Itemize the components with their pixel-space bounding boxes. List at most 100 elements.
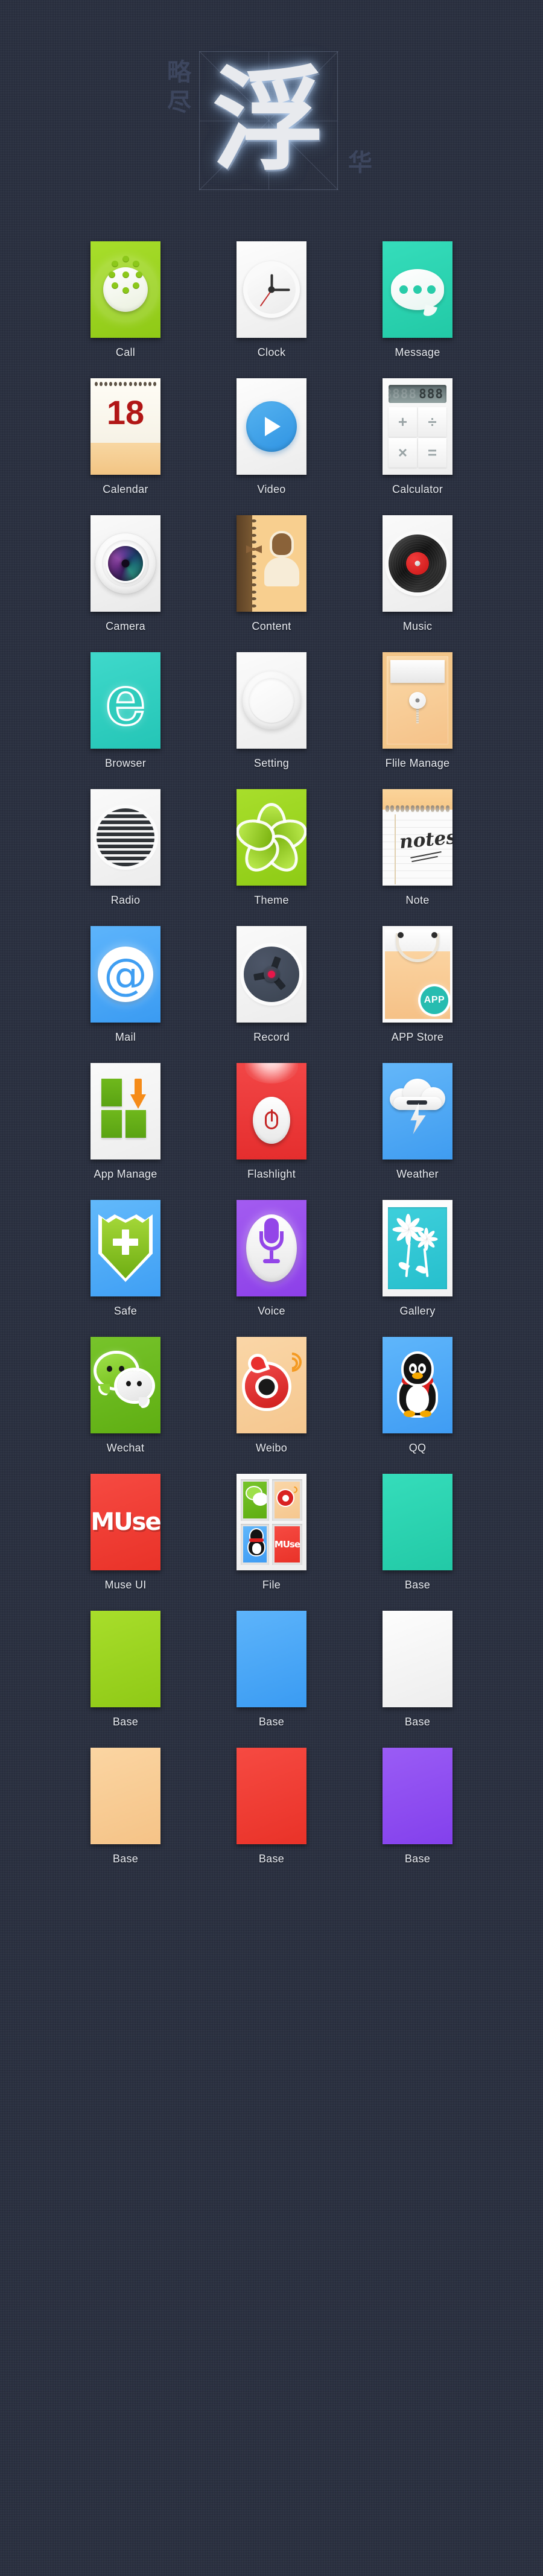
app-cell-app-store[interactable]: APP APP Store [367, 926, 468, 1044]
app-cell-message[interactable]: Message [367, 241, 468, 359]
folder-item-qq[interactable] [241, 1523, 269, 1565]
speech-bubble-icon[interactable] [383, 241, 453, 338]
app-cell-clock[interactable]: Clock [221, 241, 322, 359]
clover-flower-icon[interactable] [237, 789, 306, 886]
header-banner: 略尽 浮 华 [0, 0, 543, 241]
app-cell-base-orange[interactable]: Base [75, 1748, 176, 1865]
app-label: Message [395, 346, 440, 358]
flashlight-power-icon[interactable] [237, 1063, 306, 1160]
solid-color-tile[interactable] [237, 1748, 306, 1844]
analog-clock-icon[interactable] [237, 241, 306, 338]
muse-cube-logo-icon[interactable]: MUse [91, 1474, 160, 1570]
camera-lens-icon[interactable] [91, 515, 160, 612]
folder-item-wechat[interactable] [241, 1479, 269, 1521]
app-cell-browser[interactable]: e Browser [75, 652, 176, 770]
shopping-bag-icon[interactable]: APP [383, 926, 453, 1023]
calc-key-equals[interactable]: = [418, 438, 446, 468]
app-cell-muse-ui[interactable]: MUse Muse UI [75, 1474, 176, 1591]
app-label: Calendar [103, 483, 148, 495]
weibo-eye-icon[interactable] [237, 1337, 306, 1433]
app-cell-base-blue[interactable]: Base [221, 1611, 322, 1728]
app-label: Base [404, 1853, 431, 1865]
app-cell-base-white[interactable]: Base [367, 1611, 468, 1728]
app-cell-base-teal[interactable]: Base [367, 1474, 468, 1591]
cloud-lightning-icon[interactable] [383, 1063, 453, 1160]
app-cell-mail[interactable]: @ Mail [75, 926, 176, 1044]
envelope-folder-icon[interactable] [383, 652, 453, 749]
speaker-grille-icon[interactable] [91, 789, 160, 886]
app-label: Base [404, 1579, 431, 1591]
solid-color-tile[interactable] [383, 1611, 453, 1707]
letter-e-icon[interactable]: e [91, 652, 160, 749]
tape-reel-icon[interactable] [237, 926, 306, 1023]
phone-dialpad-icon[interactable] [91, 241, 160, 338]
download-arrow-icon [130, 1079, 146, 1109]
solid-color-tile[interactable] [383, 1748, 453, 1844]
app-cell-file[interactable]: MUse File [221, 1474, 322, 1591]
app-label: APP Store [391, 1031, 444, 1043]
header-left-chars: 略尽 [167, 59, 191, 116]
app-label: Music [402, 620, 433, 632]
app-cell-safe[interactable]: Safe [75, 1200, 176, 1318]
vinyl-record-icon[interactable] [383, 515, 453, 612]
app-label: Base [112, 1853, 139, 1865]
app-cell-flashlight[interactable]: Flashlight [221, 1063, 322, 1181]
notepad-icon[interactable]: notes [383, 789, 453, 886]
app-cell-note[interactable]: notes Note [367, 789, 468, 907]
app-label: Base [112, 1716, 139, 1728]
dial-knob-icon[interactable] [237, 652, 306, 749]
folder-item-muse[interactable]: MUse [272, 1523, 302, 1565]
app-cell-record[interactable]: Record [221, 926, 322, 1044]
calendar-icon[interactable]: 18 [91, 378, 160, 475]
app-cell-base-green[interactable]: Base [75, 1611, 176, 1728]
app-grid-download-icon[interactable] [91, 1063, 160, 1160]
icon-row: Radio Theme notes Note [0, 789, 543, 907]
app-label: File [262, 1579, 281, 1591]
at-sign-icon[interactable]: @ [91, 926, 160, 1023]
app-cell-wechat[interactable]: Wechat [75, 1337, 176, 1455]
app-label: Wechat [106, 1442, 145, 1454]
app-cell-music[interactable]: Music [367, 515, 468, 633]
app-label: Video [257, 483, 286, 495]
app-cell-content[interactable]: Content [221, 515, 322, 633]
app-cell-call[interactable]: Call [75, 241, 176, 359]
app-cell-radio[interactable]: Radio [75, 789, 176, 907]
calc-key-plus[interactable]: + [389, 407, 417, 437]
icon-row: Safe Voice Gallery [0, 1200, 543, 1318]
calc-key-multiply[interactable]: × [389, 438, 417, 468]
app-cell-voice[interactable]: Voice [221, 1200, 322, 1318]
shield-cross-icon[interactable] [91, 1200, 160, 1296]
app-cell-base-purple[interactable]: Base [367, 1748, 468, 1865]
app-cell-setting[interactable]: Setting [221, 652, 322, 770]
app-cell-calendar[interactable]: 18 Calendar [75, 378, 176, 496]
app-cell-qq[interactable]: QQ [367, 1337, 468, 1455]
wechat-bubbles-icon[interactable] [91, 1337, 160, 1433]
app-cell-camera[interactable]: Camera [75, 515, 176, 633]
calc-key-divide[interactable]: ÷ [418, 407, 446, 437]
app-cell-file-manage[interactable]: Flile Manage [367, 652, 468, 770]
app-cell-weather[interactable]: Weather [367, 1063, 468, 1181]
app-label: Radio [110, 894, 141, 906]
calculator-icon[interactable]: 8888 888 + ÷ × = [383, 378, 453, 475]
app-cell-weibo[interactable]: Weibo [221, 1337, 322, 1455]
app-cell-app-manage[interactable]: App Manage [75, 1063, 176, 1181]
contacts-notebook-icon[interactable] [237, 515, 306, 612]
flower-photo-icon[interactable] [383, 1200, 453, 1296]
folder-grid-icon[interactable]: MUse [237, 1474, 306, 1570]
folder-item-weibo[interactable] [272, 1479, 302, 1521]
solid-color-tile[interactable] [237, 1611, 306, 1707]
app-cell-base-red[interactable]: Base [221, 1748, 322, 1865]
solid-color-tile[interactable] [91, 1748, 160, 1844]
solid-color-tile[interactable] [383, 1474, 453, 1570]
app-cell-video[interactable]: Video [221, 378, 322, 496]
app-label: Call [115, 346, 136, 358]
qq-penguin-icon[interactable] [383, 1337, 453, 1433]
solid-color-tile[interactable] [91, 1611, 160, 1707]
app-label: Base [258, 1716, 285, 1728]
microphone-icon[interactable] [237, 1200, 306, 1296]
app-cell-gallery[interactable]: Gallery [367, 1200, 468, 1318]
play-button-icon[interactable] [237, 378, 306, 475]
app-cell-calculator[interactable]: 8888 888 + ÷ × = Calculator [367, 378, 468, 496]
app-cell-theme[interactable]: Theme [221, 789, 322, 907]
icon-row: App Manage Flashlight Weather [0, 1063, 543, 1181]
